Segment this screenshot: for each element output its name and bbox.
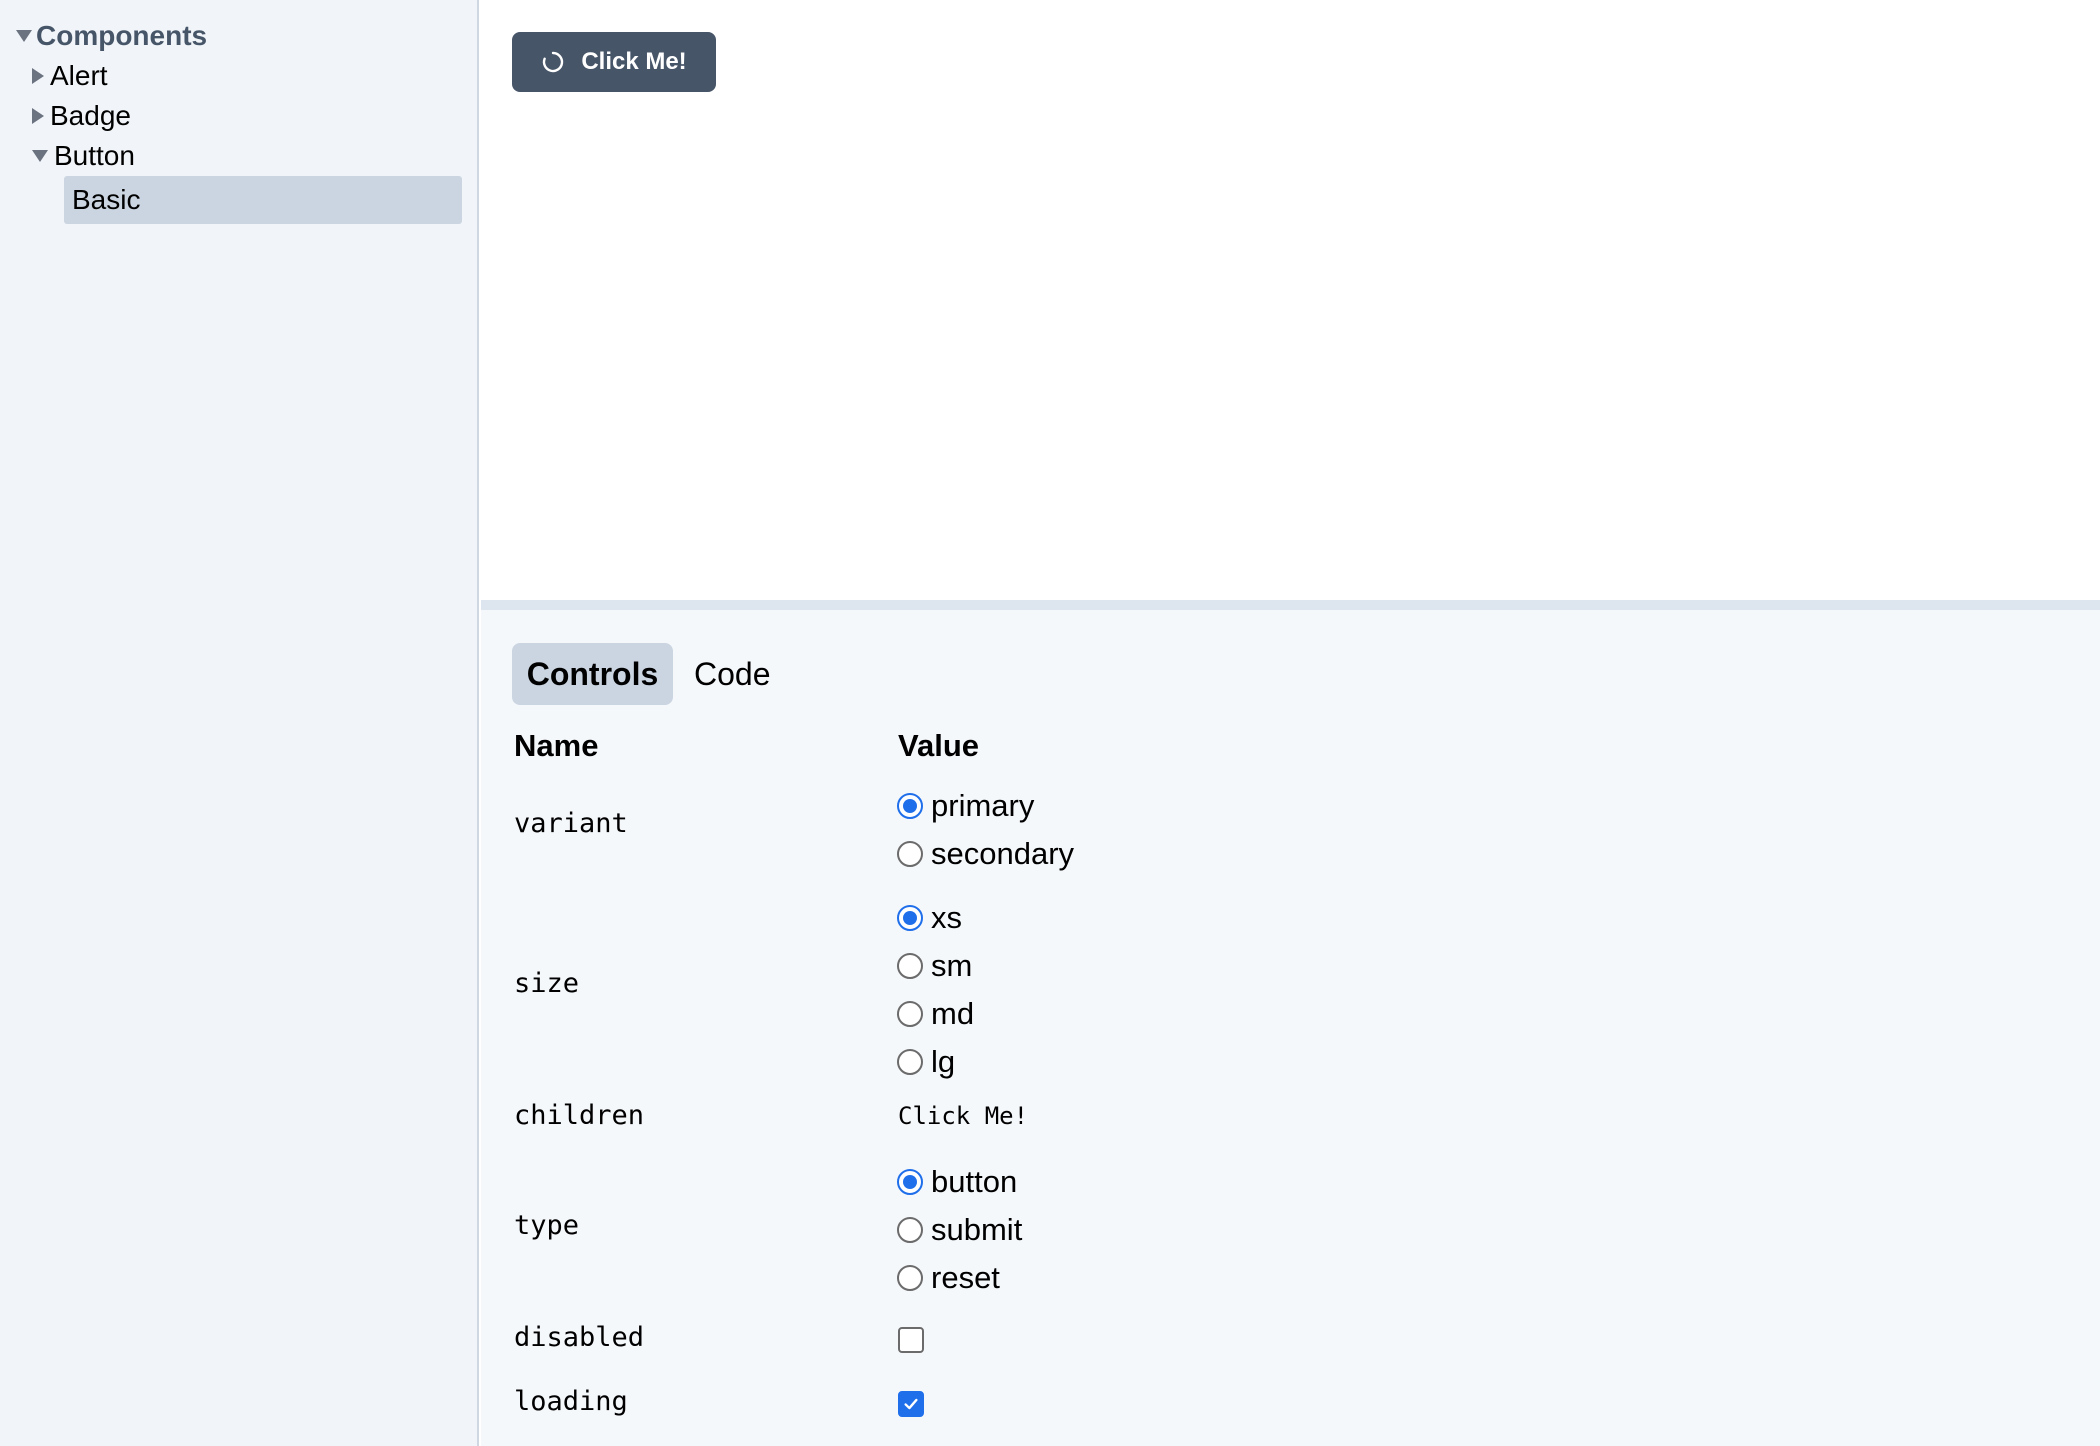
tree-item-badge[interactable]: Badge [32,98,131,134]
addons-panel: Controls Code Name Value variant primary… [481,610,2100,1446]
size-option-sm[interactable]: sm [897,948,972,984]
story-item-label: Basic [72,184,141,215]
radio-unchecked-icon [897,841,923,867]
tree-root-label: Components [36,20,208,51]
variant-option-secondary[interactable]: secondary [897,836,1074,872]
prop-name-size: size [514,968,580,999]
radio-unchecked-icon [897,1265,923,1291]
radio-checked-icon [897,905,923,931]
click-me-button-label: Click Me! [581,48,687,75]
option-label: secondary [931,836,1075,871]
children-value-field[interactable]: Click Me! [898,1102,1028,1130]
preview-canvas: Click Me! [481,0,2100,600]
tree-item-button[interactable]: Button [32,138,135,174]
option-label: primary [931,788,1035,823]
radio-unchecked-icon [897,1049,923,1075]
radio-checked-icon [897,793,923,819]
type-option-submit[interactable]: submit [897,1212,1022,1248]
loading-spinner-icon [543,51,564,73]
size-option-lg[interactable]: lg [897,1044,955,1080]
radio-unchecked-icon [897,953,923,979]
caret-right-icon [32,108,44,124]
story-item-basic[interactable]: Basic [64,176,462,224]
loading-checkbox[interactable] [898,1391,924,1417]
option-label: reset [931,1260,1000,1295]
radio-unchecked-icon [897,1217,923,1243]
option-label: submit [931,1212,1023,1247]
option-label: md [931,996,975,1031]
radio-unchecked-icon [897,1001,923,1027]
size-option-xs[interactable]: xs [897,900,962,936]
option-label: xs [931,900,962,935]
tab-controls[interactable]: Controls [512,643,673,705]
option-label: lg [931,1044,956,1079]
tree-item-label: Badge [50,100,131,131]
option-label: button [931,1164,1018,1199]
storybook-app: Components Alert Badge Button Basic Clic… [0,0,2100,1446]
variant-option-primary[interactable]: primary [897,788,1034,824]
column-header-name: Name [514,728,599,763]
disabled-checkbox[interactable] [898,1327,924,1353]
prop-name-disabled: disabled [514,1322,645,1353]
type-option-reset[interactable]: reset [897,1260,1000,1296]
column-header-value: Value [898,728,979,763]
checkmark-icon [904,1398,918,1410]
tree-item-label: Button [54,140,135,171]
type-option-button[interactable]: button [897,1164,1017,1200]
tree-item-alert[interactable]: Alert [32,58,108,94]
sidebar: Components Alert Badge Button Basic [0,0,479,1446]
panel-resize-handle[interactable] [481,600,2100,610]
caret-right-icon [32,68,44,84]
prop-name-variant: variant [514,808,628,839]
caret-down-icon [32,150,48,162]
tab-code[interactable]: Code [688,643,777,705]
click-me-button[interactable]: Click Me! [512,32,716,92]
prop-name-type: type [514,1210,580,1241]
tree-item-label: Alert [50,60,108,91]
tree-root-components[interactable]: Components [16,18,207,54]
option-label: sm [931,948,973,983]
caret-down-icon [16,30,32,42]
prop-name-loading: loading [514,1386,628,1417]
prop-name-children: children [514,1100,645,1131]
radio-checked-icon [897,1169,923,1195]
size-option-md[interactable]: md [897,996,974,1032]
